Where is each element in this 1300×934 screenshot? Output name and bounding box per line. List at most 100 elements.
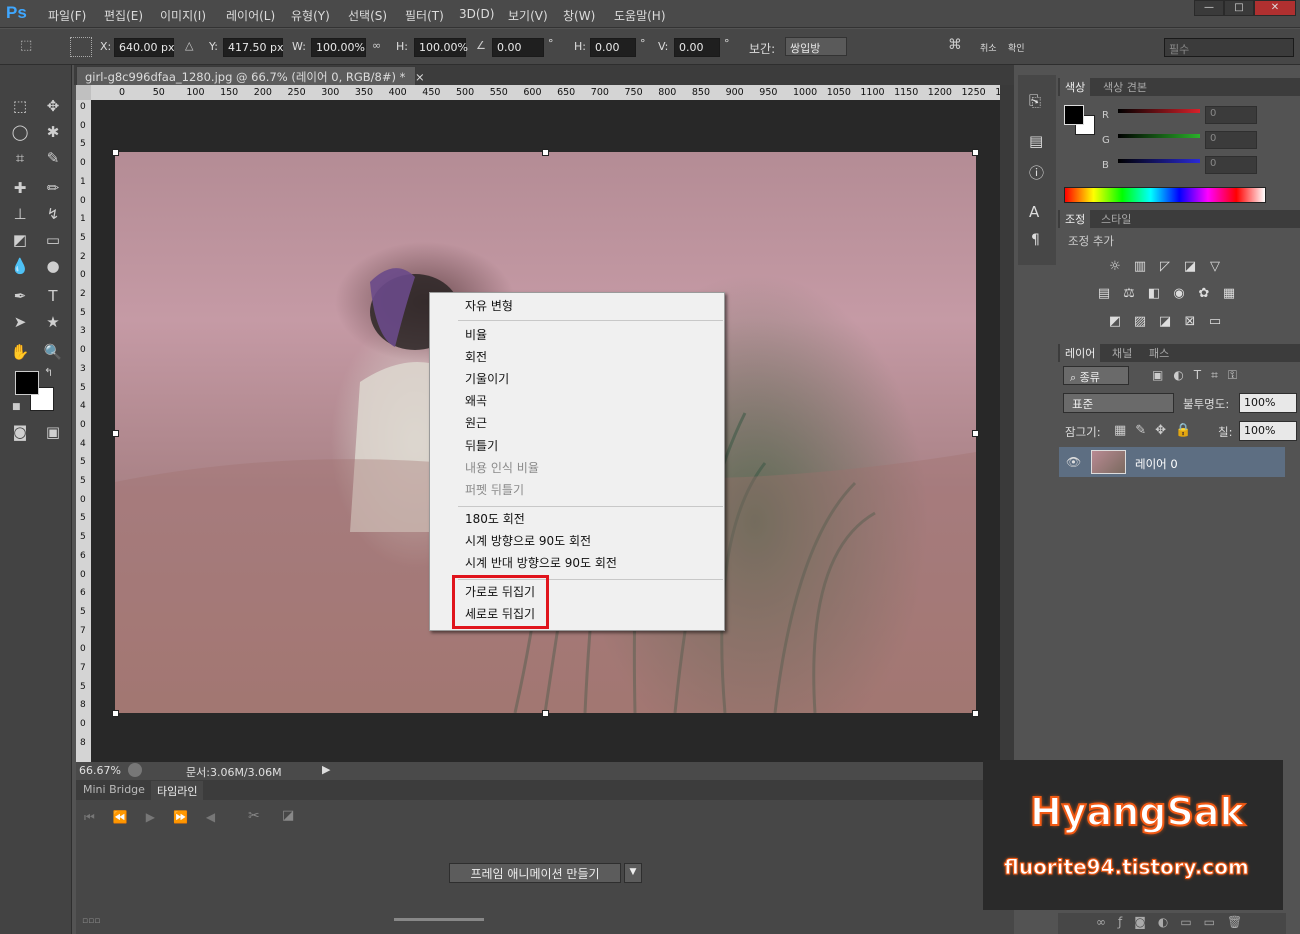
menu-item[interactable]: 도움말(H)	[614, 7, 666, 24]
menu-item[interactable]: 선택(S)	[348, 7, 387, 24]
healing-tool-icon[interactable]: ✚	[9, 177, 31, 199]
eyedropper-tool-icon[interactable]: ✎	[42, 147, 64, 169]
workspace-select[interactable]: 필수	[1164, 38, 1294, 57]
context-menu-item[interactable]: 시계 반대 방향으로 90도 회전	[465, 554, 617, 571]
screen-mode-icon[interactable]: ▣	[42, 421, 64, 443]
channel-mixer-icon[interactable]: ✿	[1196, 287, 1212, 301]
w-field[interactable]: 100.00%	[311, 38, 366, 57]
fill-field[interactable]: 100%	[1239, 421, 1297, 441]
black-white-icon[interactable]: ◧	[1146, 287, 1162, 301]
menu-item[interactable]: 필터(T)	[405, 7, 444, 24]
transition-icon[interactable]: ◪	[282, 808, 294, 823]
opacity-field[interactable]: 100%	[1239, 393, 1297, 413]
ruler-origin[interactable]	[76, 85, 91, 100]
eraser-tool-icon[interactable]: ◩	[9, 229, 31, 251]
zoom-level[interactable]: 66.67%	[79, 764, 121, 777]
quick-mask-icon[interactable]: ◙	[9, 421, 31, 443]
r-value[interactable]: 0	[1205, 106, 1257, 124]
commit-transform-button[interactable]: 확인	[1008, 41, 1025, 54]
selective-color-icon[interactable]: ⊠	[1182, 315, 1198, 329]
stamp-tool-icon[interactable]: ⊥	[9, 203, 31, 225]
create-frame-animation-button[interactable]: 프레임 애니메이션 만들기	[449, 863, 621, 883]
layers-footer-icons[interactable]: ∞ƒ◙◐▭▭🗑	[1096, 915, 1254, 929]
dodge-tool-icon[interactable]: ●	[42, 255, 64, 277]
visibility-eye-icon[interactable]: 👁	[1066, 455, 1081, 469]
brightness-icon[interactable]: ☼	[1107, 260, 1123, 274]
context-menu-item[interactable]: 자유 변형	[465, 297, 513, 314]
move-tool-icon[interactable]: ✥	[42, 95, 64, 117]
menu-item[interactable]: 창(W)	[563, 7, 595, 24]
cancel-transform-button[interactable]: 취소	[980, 41, 997, 54]
hue-saturation-icon[interactable]: ▤	[1096, 287, 1112, 301]
b-slider[interactable]	[1118, 159, 1200, 163]
minimize-button[interactable]: —	[1194, 0, 1224, 16]
layer-filter-select[interactable]: ⌕ 종류	[1063, 366, 1129, 385]
scissors-icon[interactable]: ✂	[248, 808, 260, 824]
blur-tool-icon[interactable]: 💧	[9, 255, 31, 277]
g-slider[interactable]	[1118, 134, 1200, 138]
zoom-slider[interactable]	[394, 918, 484, 921]
transform-handle[interactable]	[112, 710, 119, 717]
tab-timeline[interactable]: 타임라인	[151, 781, 204, 800]
menu-item[interactable]: 3D(D)	[459, 7, 494, 21]
transform-handle[interactable]	[112, 430, 119, 437]
brush-tool-icon[interactable]: ✏	[42, 177, 64, 199]
tab-swatches[interactable]: 색상 견본	[1098, 78, 1152, 96]
tab-adjustments[interactable]: 조정	[1060, 210, 1091, 228]
transform-handle[interactable]	[972, 430, 979, 437]
menu-item[interactable]: 이미지(I)	[160, 7, 206, 24]
history-icon[interactable]: ⎘	[1029, 92, 1041, 110]
layer-name[interactable]: 레이어 0	[1135, 456, 1178, 472]
status-menu-arrow-icon[interactable]: ▶	[322, 763, 330, 776]
gradient-map-icon[interactable]: ▭	[1207, 315, 1223, 329]
context-menu-item[interactable]: 뒤틀기	[465, 437, 498, 454]
gradient-tool-icon[interactable]: ▭	[42, 229, 64, 251]
menu-item[interactable]: 파일(F)	[48, 7, 86, 24]
type-tool-icon[interactable]: T	[42, 285, 64, 307]
crop-tool-icon[interactable]: ⌗	[9, 147, 31, 169]
context-menu-item[interactable]: 기울이기	[465, 370, 509, 387]
magic-wand-tool-icon[interactable]: ✱	[42, 121, 64, 143]
lock-icons[interactable]: ▦✎✥🔒	[1114, 423, 1200, 438]
color-fg-swatch[interactable]	[1064, 105, 1084, 125]
hskew-field[interactable]: 0.00	[590, 38, 636, 57]
g-value[interactable]: 0	[1205, 131, 1257, 149]
document-tab[interactable]: girl-g8c996dfaa_1280.jpg @ 66.7% (레이어 0,…	[76, 66, 425, 85]
pen-tool-icon[interactable]: ✒	[9, 285, 31, 307]
h-field[interactable]: 100.00%	[414, 38, 468, 57]
paragraph-icon[interactable]: ¶	[1031, 232, 1040, 248]
foreground-color-swatch[interactable]	[15, 371, 39, 395]
curves-icon[interactable]: ◸	[1157, 260, 1173, 274]
menu-item[interactable]: 유형(Y)	[291, 7, 330, 24]
menu-item[interactable]: 편집(E)	[104, 7, 143, 24]
threshold-icon[interactable]: ◪	[1157, 315, 1173, 329]
properties-icon[interactable]: ▤	[1029, 132, 1043, 150]
color-lookup-icon[interactable]: ▦	[1221, 287, 1237, 301]
posterize-icon[interactable]: ▨	[1132, 315, 1148, 329]
restore-button[interactable]: □	[1224, 0, 1254, 16]
transform-handle[interactable]	[972, 149, 979, 156]
tab-layers[interactable]: 레이어	[1060, 344, 1101, 362]
document-tab-close-icon[interactable]: ×	[415, 70, 425, 84]
history-brush-tool-icon[interactable]: ↯	[42, 203, 64, 225]
lasso-tool-icon[interactable]: ◯	[9, 121, 31, 143]
character-icon[interactable]: A	[1029, 203, 1039, 221]
marquee-tool-icon[interactable]: ⬚	[9, 95, 31, 117]
timeline-controls[interactable]: ⏮⏪▶⏩◀	[84, 810, 233, 825]
warp-mode-icon[interactable]: ⌘	[948, 37, 962, 53]
color-balance-icon[interactable]: ⚖	[1121, 287, 1137, 301]
swap-colors-icon[interactable]: ↰	[44, 366, 53, 379]
shape-tool-icon[interactable]: ★	[42, 311, 64, 333]
link-icon[interactable]: ∞	[372, 39, 381, 52]
interpolation-select[interactable]: 쌍입방	[785, 37, 847, 56]
context-menu-item[interactable]: 180도 회전	[465, 510, 525, 527]
status-info-icon[interactable]	[128, 763, 142, 777]
vertical-scrollbar[interactable]	[1000, 85, 1014, 765]
transform-handle[interactable]	[972, 710, 979, 717]
create-mode-dropdown-icon[interactable]: ▼	[624, 863, 642, 883]
tab-color[interactable]: 색상	[1060, 78, 1091, 96]
context-menu-item[interactable]: 시계 방향으로 90도 회전	[465, 532, 591, 549]
info-icon[interactable]: ⓘ	[1029, 162, 1044, 183]
y-field[interactable]: 417.50 px	[223, 38, 283, 57]
blend-mode-select[interactable]: 표준	[1063, 393, 1174, 413]
